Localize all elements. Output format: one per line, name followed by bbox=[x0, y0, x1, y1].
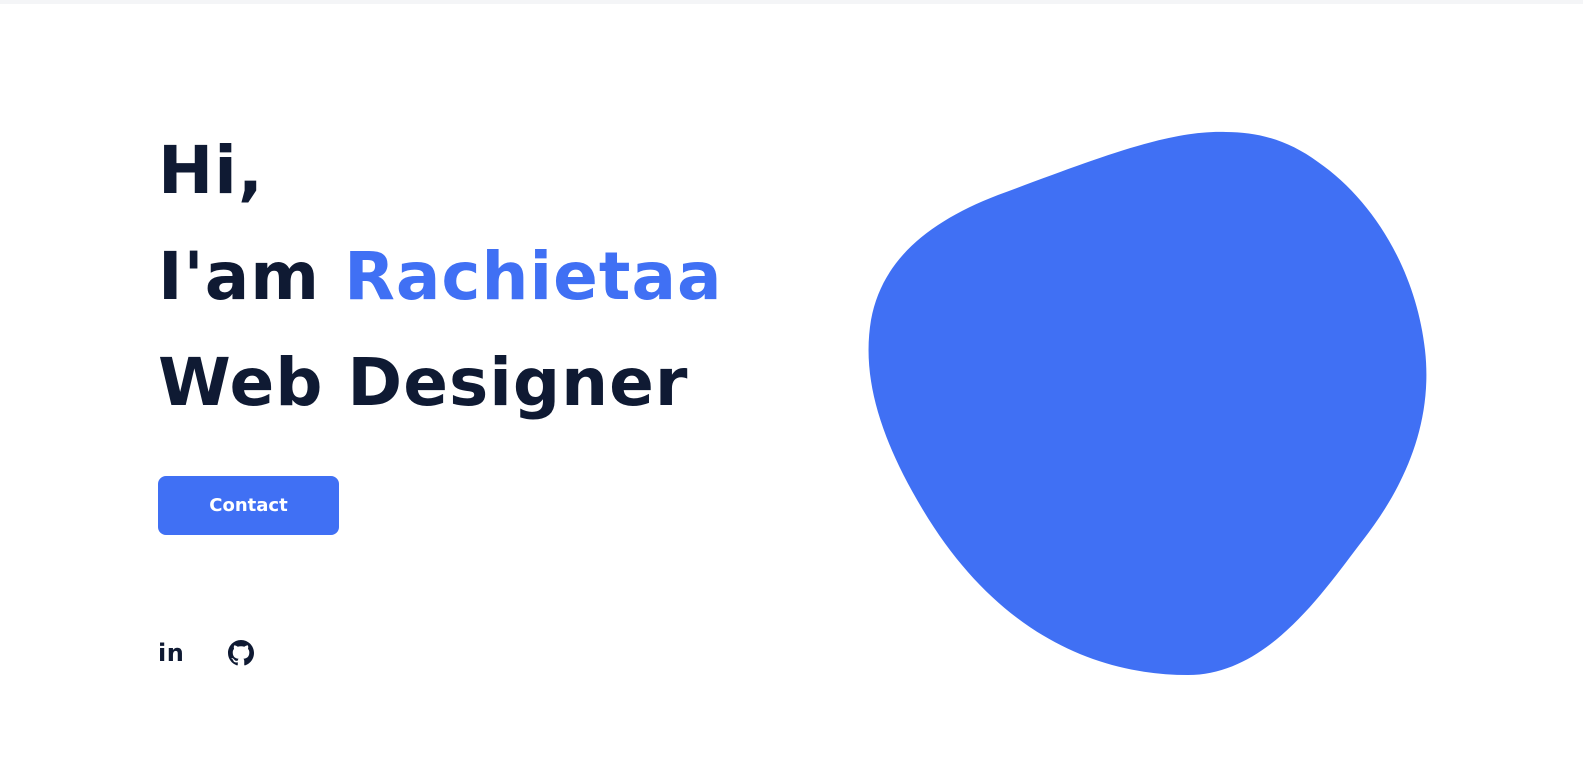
github-link[interactable] bbox=[228, 638, 255, 668]
linkedin-link[interactable]: in bbox=[158, 638, 184, 668]
hero-title: Hi, I'am Rachietaa Web Designer bbox=[158, 118, 723, 436]
top-bar bbox=[0, 0, 1583, 4]
hero-name: Rachietaa bbox=[344, 238, 723, 315]
social-links: in bbox=[158, 638, 255, 668]
intro-prefix: I'am bbox=[158, 238, 321, 315]
github-icon bbox=[228, 640, 255, 666]
hero-section: Hi, I'am Rachietaa Web Designer bbox=[158, 118, 723, 436]
intro-line: I'am Rachietaa bbox=[158, 224, 723, 330]
role-text: Web Designer bbox=[158, 344, 689, 421]
contact-button[interactable]: Contact bbox=[158, 476, 339, 535]
decorative-blob bbox=[868, 131, 1427, 676]
greeting-text: Hi, bbox=[158, 132, 264, 209]
linkedin-icon: in bbox=[158, 639, 185, 667]
